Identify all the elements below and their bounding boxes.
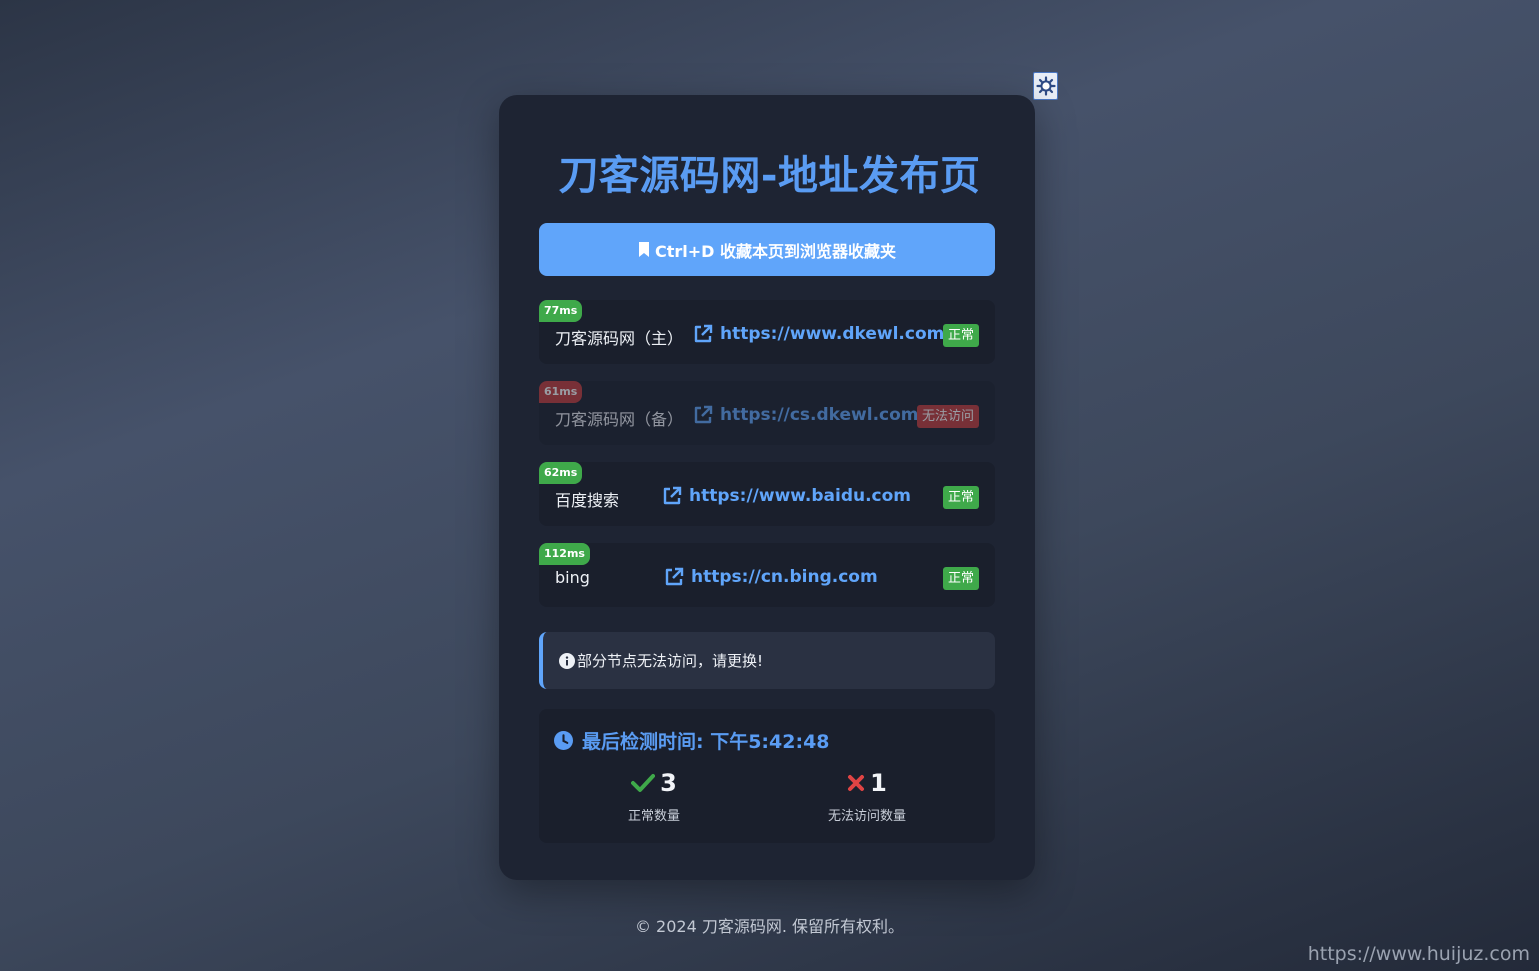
stats-panel: 最后检测时间: 下午5:42:48 3 正常数量 1 无法访问数量 [539, 709, 995, 843]
notice-banner: 部分节点无法访问，请更换! [539, 632, 995, 689]
ok-count: 3 [660, 769, 677, 797]
site-row-baidu: 62ms 百度搜索 https://www.baidu.com 正常 [539, 462, 995, 526]
check-time-label: 最后检测时间: 下午5:42:48 [582, 731, 830, 753]
site-name: 刀客源码网（备） [555, 410, 684, 429]
site-url: https://www.dkewl.com [720, 324, 945, 344]
bookmark-icon [638, 242, 649, 257]
site-name: bing [555, 568, 590, 587]
check-time: 最后检测时间: 下午5:42:48 [554, 727, 830, 754]
clock-icon [554, 731, 573, 750]
latency-badge: 62ms [539, 462, 583, 484]
external-link-icon [694, 324, 713, 343]
external-link-icon [665, 567, 684, 586]
status-badge: 正常 [942, 486, 979, 509]
site-row-backup: 61ms 刀客源码网（备） https://cs.dkewl.com 无法访问 [539, 381, 995, 445]
site-link[interactable]: https://www.baidu.com [662, 486, 911, 506]
external-link-icon [663, 486, 682, 505]
site-name: 百度搜索 [555, 491, 620, 510]
site-row-main: 77ms 刀客源码网（主） https://www.dkewl.com 正常 [539, 300, 995, 364]
bookmark-label: Ctrl+D 收藏本页到浏览器收藏夹 [654, 241, 897, 261]
status-badge: 正常 [942, 567, 979, 590]
sun-icon [1035, 76, 1056, 96]
fail-count: 1 [870, 769, 887, 797]
latency-badge: 61ms [539, 381, 583, 403]
watermark: https://www.huijuz.com [1307, 943, 1530, 965]
site-link[interactable]: https://www.dkewl.com [693, 324, 944, 344]
site-url: https://cn.bing.com [691, 567, 878, 587]
theme-toggle-button[interactable] [1033, 72, 1058, 100]
notice-text: 部分节点无法访问，请更换! [577, 652, 764, 670]
site-row-bing: 112ms bing https://cn.bing.com 正常 [539, 543, 995, 607]
external-link-icon [694, 405, 713, 424]
site-name: 刀客源码网（主） [555, 329, 684, 348]
site-url: https://cs.dkewl.com [720, 405, 919, 425]
latency-badge: 112ms [539, 543, 590, 565]
ok-label: 正常数量 [627, 809, 680, 824]
fail-label: 无法访问数量 [827, 809, 906, 824]
info-icon [559, 652, 575, 669]
bookmark-button[interactable]: Ctrl+D 收藏本页到浏览器收藏夹 [539, 223, 995, 276]
latency-badge: 77ms [539, 300, 583, 322]
status-badge: 正常 [942, 324, 979, 347]
site-link[interactable]: https://cs.dkewl.com [693, 405, 919, 425]
check-icon [631, 774, 656, 792]
ok-stat: 3 正常数量 [574, 769, 734, 824]
page-title: 刀客源码网-地址发布页 [558, 153, 981, 199]
site-link[interactable]: https://cn.bing.com [664, 567, 878, 587]
site-url: https://www.baidu.com [689, 486, 912, 506]
cross-icon [848, 775, 865, 791]
status-badge: 无法访问 [916, 405, 979, 428]
fail-stat: 1 无法访问数量 [787, 769, 947, 824]
footer-copyright: © 2024 刀客源码网. 保留所有权利。 [634, 917, 905, 936]
